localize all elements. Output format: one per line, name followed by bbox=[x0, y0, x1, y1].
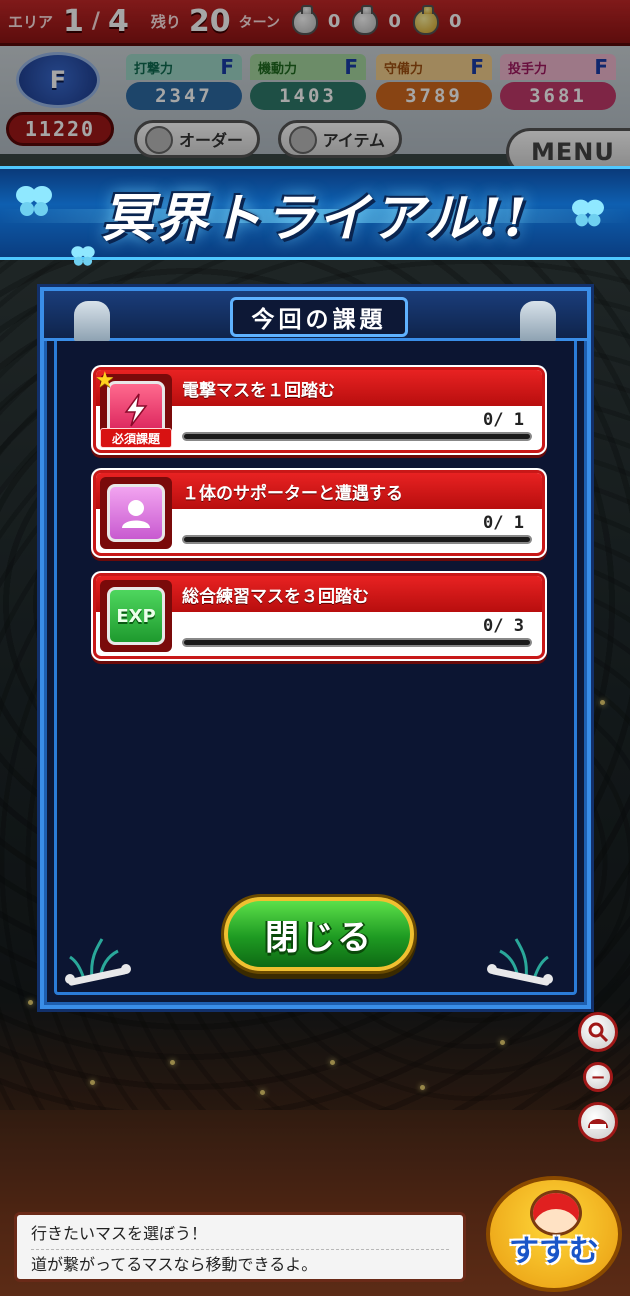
zoom-out-icon[interactable]: − bbox=[583, 1062, 613, 1092]
zoom-icon[interactable] bbox=[578, 1012, 618, 1052]
message-line: 行きたいマスを選ぼう！ bbox=[31, 1219, 449, 1250]
bones-plant-decoration bbox=[65, 938, 131, 986]
exp-icon: EXP bbox=[107, 587, 165, 645]
task-title: 電撃マスを１回踏む bbox=[182, 381, 335, 401]
task-card: EXP 総合練習マスを３回踏む 0/ 3 bbox=[93, 573, 545, 659]
advance-label: すすむ bbox=[509, 1234, 599, 1269]
pillar-decoration bbox=[74, 301, 110, 341]
required-badge: 必須課題 bbox=[100, 428, 172, 448]
butterfly-icon bbox=[572, 199, 604, 227]
task-progress-bar bbox=[182, 432, 532, 441]
star-icon: ★ bbox=[95, 368, 115, 393]
modal-title: 今回の課題 bbox=[230, 297, 408, 337]
task-progress-bar bbox=[182, 638, 532, 647]
task-icon-frame: EXP bbox=[100, 580, 172, 652]
close-button[interactable]: 閉じる bbox=[224, 897, 414, 971]
task-card: ★ 必須課題 電撃マスを１回踏む 0/ 1 bbox=[93, 367, 545, 453]
butterfly-icon bbox=[16, 186, 52, 216]
message-line: 道が繋がってるマスなら移動できるよ。 bbox=[31, 1255, 318, 1274]
person-icon bbox=[107, 484, 165, 542]
bones-plant-decoration bbox=[487, 938, 553, 986]
advance-button[interactable]: すすむ bbox=[486, 1176, 622, 1292]
task-progress: 0/ 1 bbox=[483, 513, 524, 533]
task-icon-frame bbox=[100, 477, 172, 549]
tasks-modal: 今回の課題 ★ 必須課題 電撃マスを１回踏む 0/ 1 １体のサポーターと遭遇す… bbox=[40, 287, 591, 1009]
hint-message-box: 行きたいマスを選ぼう！ 道が繋がってるマスなら移動できるよ。 bbox=[14, 1212, 466, 1282]
modal-header: 今回の課題 bbox=[44, 291, 587, 341]
helmet-icon[interactable] bbox=[578, 1102, 618, 1142]
task-title: 総合練習マスを３回踏む bbox=[182, 587, 369, 607]
butterfly-icon bbox=[71, 246, 95, 266]
task-title: １体のサポーターと遭遇する bbox=[182, 484, 403, 504]
task-progress: 0/ 1 bbox=[483, 410, 524, 430]
event-title: 冥界トライアル!! bbox=[101, 187, 529, 249]
task-progress: 0/ 3 bbox=[483, 616, 524, 636]
side-tools: − bbox=[578, 1012, 618, 1152]
task-progress-bar bbox=[182, 535, 532, 544]
task-card: １体のサポーターと遭遇する 0/ 1 bbox=[93, 470, 545, 556]
pillar-decoration bbox=[520, 301, 556, 341]
